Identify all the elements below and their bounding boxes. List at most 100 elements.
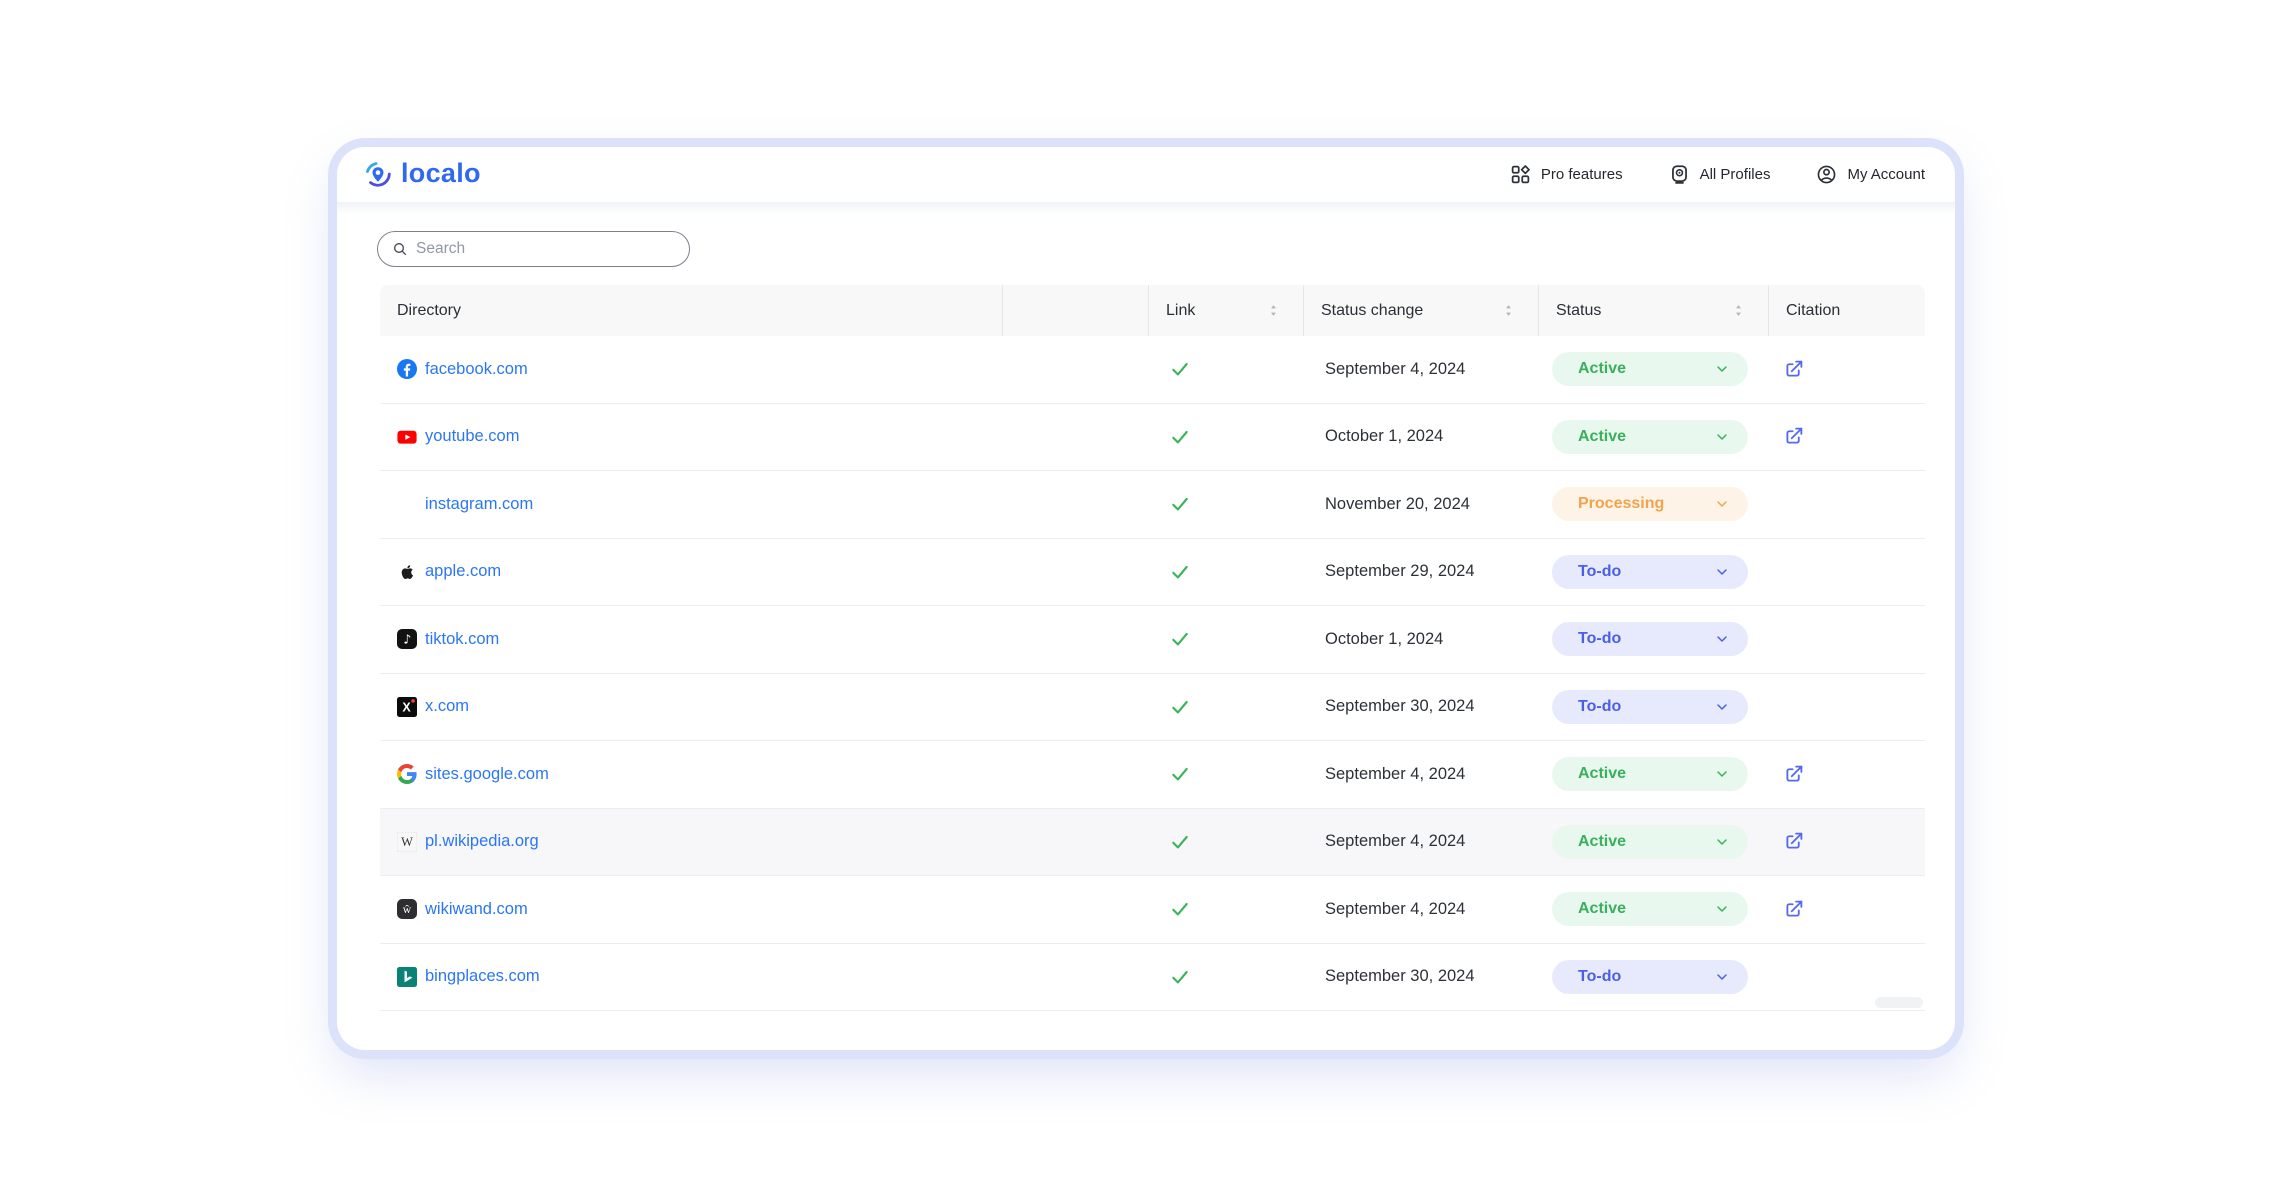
check-icon [1170, 629, 1190, 649]
status-dropdown[interactable]: To-do [1552, 960, 1748, 994]
citation-link-button[interactable] [1781, 762, 1806, 787]
nav-my-account[interactable]: My Account [1816, 164, 1925, 185]
nav-label: Pro features [1541, 166, 1623, 183]
chevron-down-icon [1714, 834, 1730, 850]
brand-wordmark: localo [401, 160, 481, 189]
status-dropdown[interactable]: Active [1552, 825, 1748, 859]
status-dropdown[interactable]: To-do [1552, 622, 1748, 656]
brand-logo[interactable]: localo [363, 160, 481, 190]
chevron-down-icon [1714, 699, 1730, 715]
table-row: wikiwand.com September 4, 2024 Active [380, 876, 1925, 944]
status-change-date: September 30, 2024 [1325, 697, 1475, 716]
column-label: Link [1166, 302, 1195, 320]
status-change-date: October 1, 2024 [1325, 427, 1443, 446]
directory-link[interactable]: wikiwand.com [425, 900, 528, 919]
citation-link-button[interactable] [1781, 357, 1806, 382]
search-icon [392, 241, 408, 257]
sort-status-button[interactable] [1733, 303, 1744, 318]
x-favicon-icon [397, 697, 417, 717]
wikipedia-favicon-icon [397, 832, 417, 852]
status-dropdown[interactable]: Active [1552, 352, 1748, 386]
chevron-down-icon [1714, 969, 1730, 985]
app-header: localo Pro features All Profiles My Acco… [337, 147, 1955, 202]
status-dropdown[interactable]: To-do [1552, 690, 1748, 724]
status-change-date: October 1, 2024 [1325, 630, 1443, 649]
status-change-date: September 4, 2024 [1325, 765, 1465, 784]
status-label: To-do [1578, 630, 1621, 648]
column-header-link: Link [1148, 285, 1303, 336]
youtube-favicon-icon [397, 427, 417, 447]
wikiwand-favicon-icon [397, 899, 417, 919]
status-dropdown[interactable]: To-do [1552, 555, 1748, 589]
apple-favicon-icon [397, 562, 417, 582]
check-icon [1170, 359, 1190, 379]
external-link-icon [1783, 899, 1804, 920]
column-header-status: Status [1538, 285, 1768, 336]
table-row: facebook.com September 4, 2024 Active [380, 336, 1925, 404]
citation-link-button[interactable] [1781, 829, 1806, 854]
check-icon [1170, 764, 1190, 784]
directory-link[interactable]: bingplaces.com [425, 967, 540, 986]
directory-link[interactable]: facebook.com [425, 360, 528, 379]
external-link-icon [1783, 359, 1804, 380]
sort-link-button[interactable] [1268, 303, 1279, 318]
status-dropdown[interactable]: Active [1552, 757, 1748, 791]
horizontal-scrollbar[interactable] [1875, 997, 1923, 1008]
check-icon [1170, 967, 1190, 987]
check-icon [1170, 899, 1190, 919]
directory-link[interactable]: sites.google.com [425, 765, 549, 784]
directory-link[interactable]: pl.wikipedia.org [425, 832, 539, 851]
check-icon [1170, 427, 1190, 447]
directories-table: Directory Link Status change Status Cita… [380, 285, 1925, 1011]
chevron-down-icon [1714, 496, 1730, 512]
status-change-date: September 30, 2024 [1325, 967, 1475, 986]
status-label: Active [1578, 833, 1626, 851]
nav-label: All Profiles [1700, 166, 1771, 183]
grid-diamond-icon [1510, 164, 1531, 185]
chevron-down-icon [1714, 901, 1730, 917]
directory-link[interactable]: tiktok.com [425, 630, 499, 649]
column-label: Citation [1786, 302, 1840, 320]
status-dropdown[interactable]: Active [1552, 420, 1748, 454]
column-label: Status change [1321, 302, 1423, 320]
tiktok-favicon-icon [397, 629, 417, 649]
directory-link[interactable]: apple.com [425, 562, 501, 581]
directory-link[interactable]: instagram.com [425, 495, 533, 514]
table-row: bingplaces.com September 30, 2024 To-do [380, 944, 1925, 1012]
status-label: Active [1578, 360, 1626, 378]
directory-link[interactable]: youtube.com [425, 427, 519, 446]
status-label: To-do [1578, 968, 1621, 986]
nav-all-profiles[interactable]: All Profiles [1669, 164, 1771, 185]
external-link-icon [1783, 831, 1804, 852]
instagram-favicon-icon [397, 494, 417, 514]
column-label: Directory [397, 302, 461, 320]
status-dropdown[interactable]: Active [1552, 892, 1748, 926]
column-header-directory: Directory [380, 285, 1002, 336]
sort-arrows-icon [1733, 303, 1744, 318]
table-row: instagram.com November 20, 2024 Processi… [380, 471, 1925, 539]
table-header-row: Directory Link Status change Status Cita… [380, 285, 1925, 336]
sort-arrows-icon [1268, 303, 1279, 318]
search-input[interactable] [416, 240, 675, 258]
table-row: sites.google.com September 4, 2024 Activ… [380, 741, 1925, 809]
check-icon [1170, 832, 1190, 852]
top-navigation: Pro features All Profiles My Account [1510, 164, 1925, 185]
table-row: apple.com September 29, 2024 To-do [380, 539, 1925, 607]
status-label: To-do [1578, 698, 1621, 716]
sort-status-change-button[interactable] [1503, 303, 1514, 318]
status-change-date: September 4, 2024 [1325, 832, 1465, 851]
table-row: x.com September 30, 2024 To-do [380, 674, 1925, 742]
check-icon [1170, 697, 1190, 717]
localo-logo-icon [363, 160, 393, 190]
status-change-date: September 29, 2024 [1325, 562, 1475, 581]
citation-link-button[interactable] [1781, 424, 1806, 449]
nav-pro-features[interactable]: Pro features [1510, 164, 1623, 185]
status-label: Active [1578, 428, 1626, 446]
status-dropdown[interactable]: Processing [1552, 487, 1748, 521]
citation-link-button[interactable] [1781, 897, 1806, 922]
facebook-favicon-icon [397, 359, 417, 379]
header-shadow [337, 202, 1955, 215]
chevron-down-icon [1714, 631, 1730, 647]
column-header-spacer [1002, 285, 1148, 336]
directory-link[interactable]: x.com [425, 697, 469, 716]
